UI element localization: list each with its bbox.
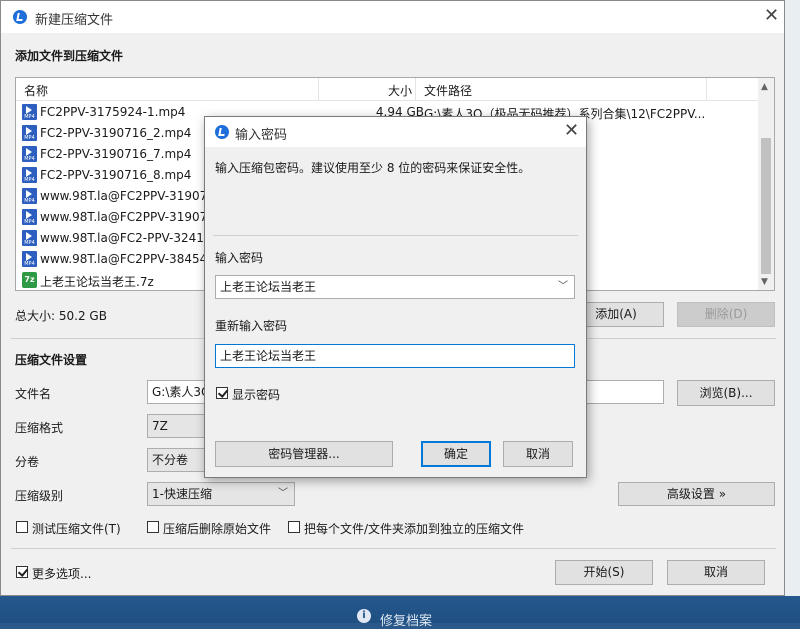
password-manager-button[interactable]: 密码管理器...	[215, 441, 393, 467]
total-size: 总大小: 50.2 GB	[15, 309, 107, 323]
filename-label: 文件名	[15, 387, 52, 401]
close-icon[interactable]: ✕	[764, 5, 779, 26]
password-label: 输入密码	[215, 251, 264, 265]
video-file-icon	[22, 125, 37, 141]
file-name: www.98T.la@FC2PPV-319071	[40, 210, 215, 224]
video-file-icon	[22, 167, 37, 183]
archive-7z-icon: 7z	[22, 272, 37, 288]
more-options-label[interactable]: 更多选项...	[32, 565, 91, 582]
advanced-settings-button[interactable]: 高级设置 »	[618, 482, 775, 506]
file-name: FC2-PPV-3190716_2.mp4	[40, 126, 192, 140]
app-icon	[13, 10, 27, 24]
dialog-app-icon	[215, 125, 229, 139]
section-settings-title: 压缩文件设置	[15, 353, 88, 367]
window-title: 新建压缩文件	[35, 13, 114, 28]
delete-after-label[interactable]: 压缩后删除原始文件	[163, 520, 271, 537]
scroll-up-icon[interactable]: ▲	[761, 82, 768, 92]
chevron-down-icon[interactable]: ﹀	[558, 276, 568, 298]
delete-button[interactable]: 删除(D)	[677, 302, 775, 327]
each-separate-checkbox[interactable]	[288, 521, 300, 533]
test-archive-label[interactable]: 测试压缩文件(T)	[32, 520, 121, 537]
format-label: 压缩格式	[15, 421, 64, 435]
split-value: 不分卷	[152, 453, 189, 467]
file-list-scrollbar[interactable]: ▲ ▼	[758, 78, 774, 290]
ok-button[interactable]: 确定	[421, 441, 491, 467]
video-file-icon	[22, 251, 37, 267]
file-name: www.98T.la@FC2PPV-319071	[40, 189, 215, 203]
delete-after-checkbox[interactable]	[147, 521, 159, 533]
dialog-titlebar: 输入密码 ✕	[205, 117, 586, 147]
video-file-icon	[22, 230, 37, 246]
more-options-checkbox[interactable]	[16, 566, 28, 578]
taskbar-label[interactable]: 修复档案	[380, 610, 432, 629]
dialog-close-icon[interactable]: ✕	[564, 120, 579, 141]
video-file-icon	[22, 104, 37, 120]
window-titlebar: 新建压缩文件 ✕	[1, 1, 784, 33]
browse-button[interactable]: 浏览(B)...	[677, 380, 775, 406]
dialog-description: 输入压缩包密码。建议使用至少 8 位的密码来保证安全性。	[215, 161, 531, 175]
file-list-header: 名称 大小 文件路径	[16, 78, 758, 101]
file-name: FC2PPV-3175924-1.mp4	[40, 105, 186, 119]
test-archive-checkbox[interactable]	[16, 521, 28, 533]
header-path[interactable]: 文件路径	[424, 82, 472, 99]
info-icon: i	[357, 609, 371, 623]
video-file-icon	[22, 146, 37, 162]
password-value: 上老王论坛当老王	[220, 280, 317, 294]
file-name: FC2-PPV-3190716_8.mp4	[40, 168, 192, 182]
repeat-password-field[interactable]: 上老王论坛当老王	[215, 344, 575, 368]
show-password-label[interactable]: 显示密码	[232, 386, 280, 403]
password-field[interactable]: 上老王论坛当老王 ﹀	[215, 275, 575, 299]
scroll-down-icon[interactable]: ▼	[761, 277, 768, 287]
dialog-title: 输入密码	[235, 128, 288, 143]
video-file-icon	[22, 209, 37, 225]
section-add-title: 添加文件到压缩文件	[15, 49, 124, 63]
format-value: 7Z	[152, 419, 168, 433]
file-name: www.98T.la@FC2PPV-384540	[40, 252, 215, 266]
repeat-password-label: 重新输入密码	[215, 319, 288, 333]
level-value: 1-快速压缩	[152, 487, 212, 501]
file-name: 上老王论坛当老王.7z	[40, 275, 154, 289]
each-separate-label[interactable]: 把每个文件/文件夹添加到独立的压缩文件	[304, 520, 524, 537]
file-name: www.98T.la@FC2-PPV-32415	[40, 231, 212, 245]
level-select[interactable]: 1-快速压缩 ﹀	[147, 482, 295, 506]
password-dialog: 输入密码 ✕ 输入压缩包密码。建议使用至少 8 位的密码来保证安全性。 输入密码…	[204, 116, 587, 478]
chevron-down-icon: ﹀	[278, 488, 288, 499]
desktop-background	[785, 0, 800, 600]
header-size[interactable]: 大小	[388, 82, 412, 99]
split-label: 分卷	[15, 455, 40, 469]
scrollbar-thumb[interactable]	[761, 138, 771, 274]
header-name[interactable]: 名称	[24, 82, 48, 99]
show-password-checkbox[interactable]	[216, 387, 228, 399]
cancel-button[interactable]: 取消	[667, 560, 765, 585]
video-file-icon	[22, 188, 37, 204]
start-button[interactable]: 开始(S)	[555, 560, 653, 585]
file-name: FC2-PPV-3190716_7.mp4	[40, 147, 192, 161]
level-label: 压缩级别	[15, 489, 64, 503]
dialog-cancel-button[interactable]: 取消	[503, 441, 573, 467]
